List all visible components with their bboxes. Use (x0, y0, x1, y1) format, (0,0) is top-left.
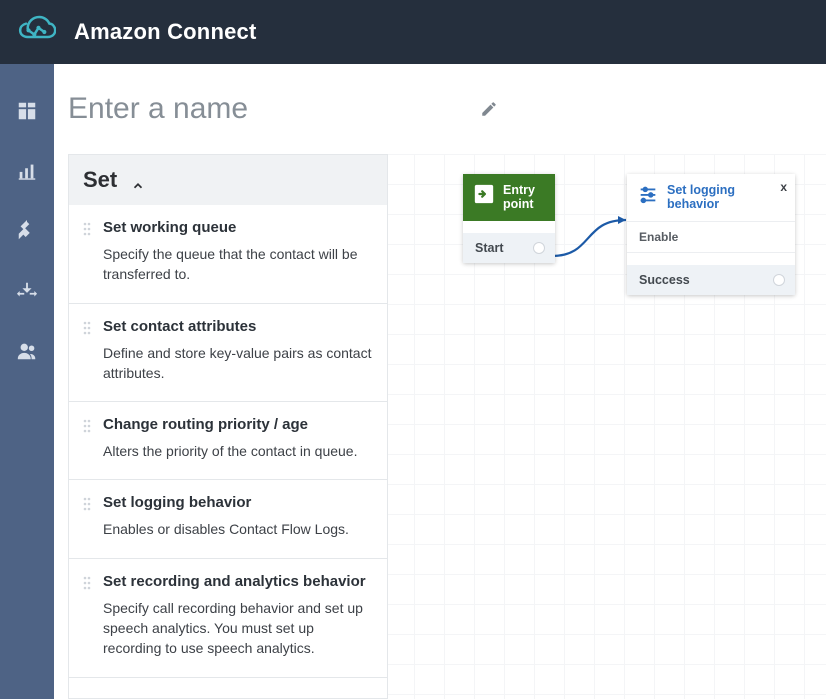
block-title: Set contact attributes (103, 318, 373, 335)
port-dot-icon[interactable] (773, 274, 785, 286)
node-set-logging-behavior[interactable]: x Set logging behavior Enable Success (627, 174, 795, 295)
drag-handle-icon (83, 222, 91, 236)
block-title: Set working queue (103, 219, 373, 236)
block-title: Change routing priority / age (103, 416, 357, 433)
entry-arrow-icon (473, 183, 495, 205)
block-title: Set recording and analytics behavior (103, 573, 373, 590)
node-port-start[interactable]: Start (463, 233, 555, 263)
panel-body: Set working queue Specify the queue that… (68, 205, 388, 699)
app-header: Amazon Connect (0, 0, 826, 64)
main-area: Set Set working queue Specify the queue … (54, 64, 826, 699)
block-item-change-routing-priority[interactable]: Change routing priority / age Alters the… (69, 402, 387, 480)
edit-icon[interactable] (480, 100, 498, 118)
block-item-set-working-queue[interactable]: Set working queue Specify the queue that… (69, 205, 387, 304)
block-desc: Enables or disables Contact Flow Logs. (103, 519, 349, 539)
block-item-set-recording-analytics[interactable]: Set recording and analytics behavior Spe… (69, 559, 387, 678)
drag-handle-icon (83, 321, 91, 335)
port-label: Success (639, 273, 690, 287)
node-title: Set logging behavior (667, 183, 777, 212)
port-dot-icon[interactable] (533, 242, 545, 254)
block-title: Set logging behavior (103, 494, 349, 511)
flow-name-input[interactable] (68, 92, 454, 126)
settings-sliders-icon (637, 183, 659, 205)
users-icon[interactable] (16, 340, 38, 362)
chevron-up-icon (131, 173, 145, 187)
drag-handle-icon (83, 576, 91, 590)
blocks-panel: Set Set working queue Specify the queue … (68, 154, 388, 699)
connector-wire (548, 214, 638, 264)
port-label: Start (475, 241, 503, 255)
block-desc: Specify the queue that the contact will … (103, 244, 373, 285)
contact-flows-icon[interactable] (16, 280, 38, 302)
drag-handle-icon (83, 497, 91, 511)
drag-handle-icon (83, 419, 91, 433)
block-desc: Define and store key-value pairs as cont… (103, 343, 373, 384)
dashboard-icon[interactable] (16, 100, 38, 122)
block-item-set-contact-attributes[interactable]: Set contact attributes Define and store … (69, 304, 387, 403)
node-entry-point[interactable]: Entry point Start (463, 174, 555, 263)
node-port-success[interactable]: Success (627, 265, 795, 295)
app-logo-icon (16, 12, 56, 52)
metrics-icon[interactable] (16, 160, 38, 182)
routing-icon[interactable] (16, 220, 38, 242)
flow-canvas[interactable]: Entry point Start x (388, 154, 826, 699)
node-title: Entry point (503, 183, 545, 212)
app-title: Amazon Connect (74, 19, 256, 45)
close-icon[interactable]: x (780, 180, 787, 194)
block-desc: Specify call recording behavior and set … (103, 598, 373, 659)
left-nav-rail (0, 64, 54, 699)
node-subtext: Enable (627, 222, 795, 253)
panel-section-label: Set (83, 167, 117, 193)
block-item-set-logging-behavior[interactable]: Set logging behavior Enables or disables… (69, 480, 387, 558)
panel-section-set[interactable]: Set (68, 154, 388, 205)
block-desc: Alters the priority of the contact in qu… (103, 441, 357, 461)
